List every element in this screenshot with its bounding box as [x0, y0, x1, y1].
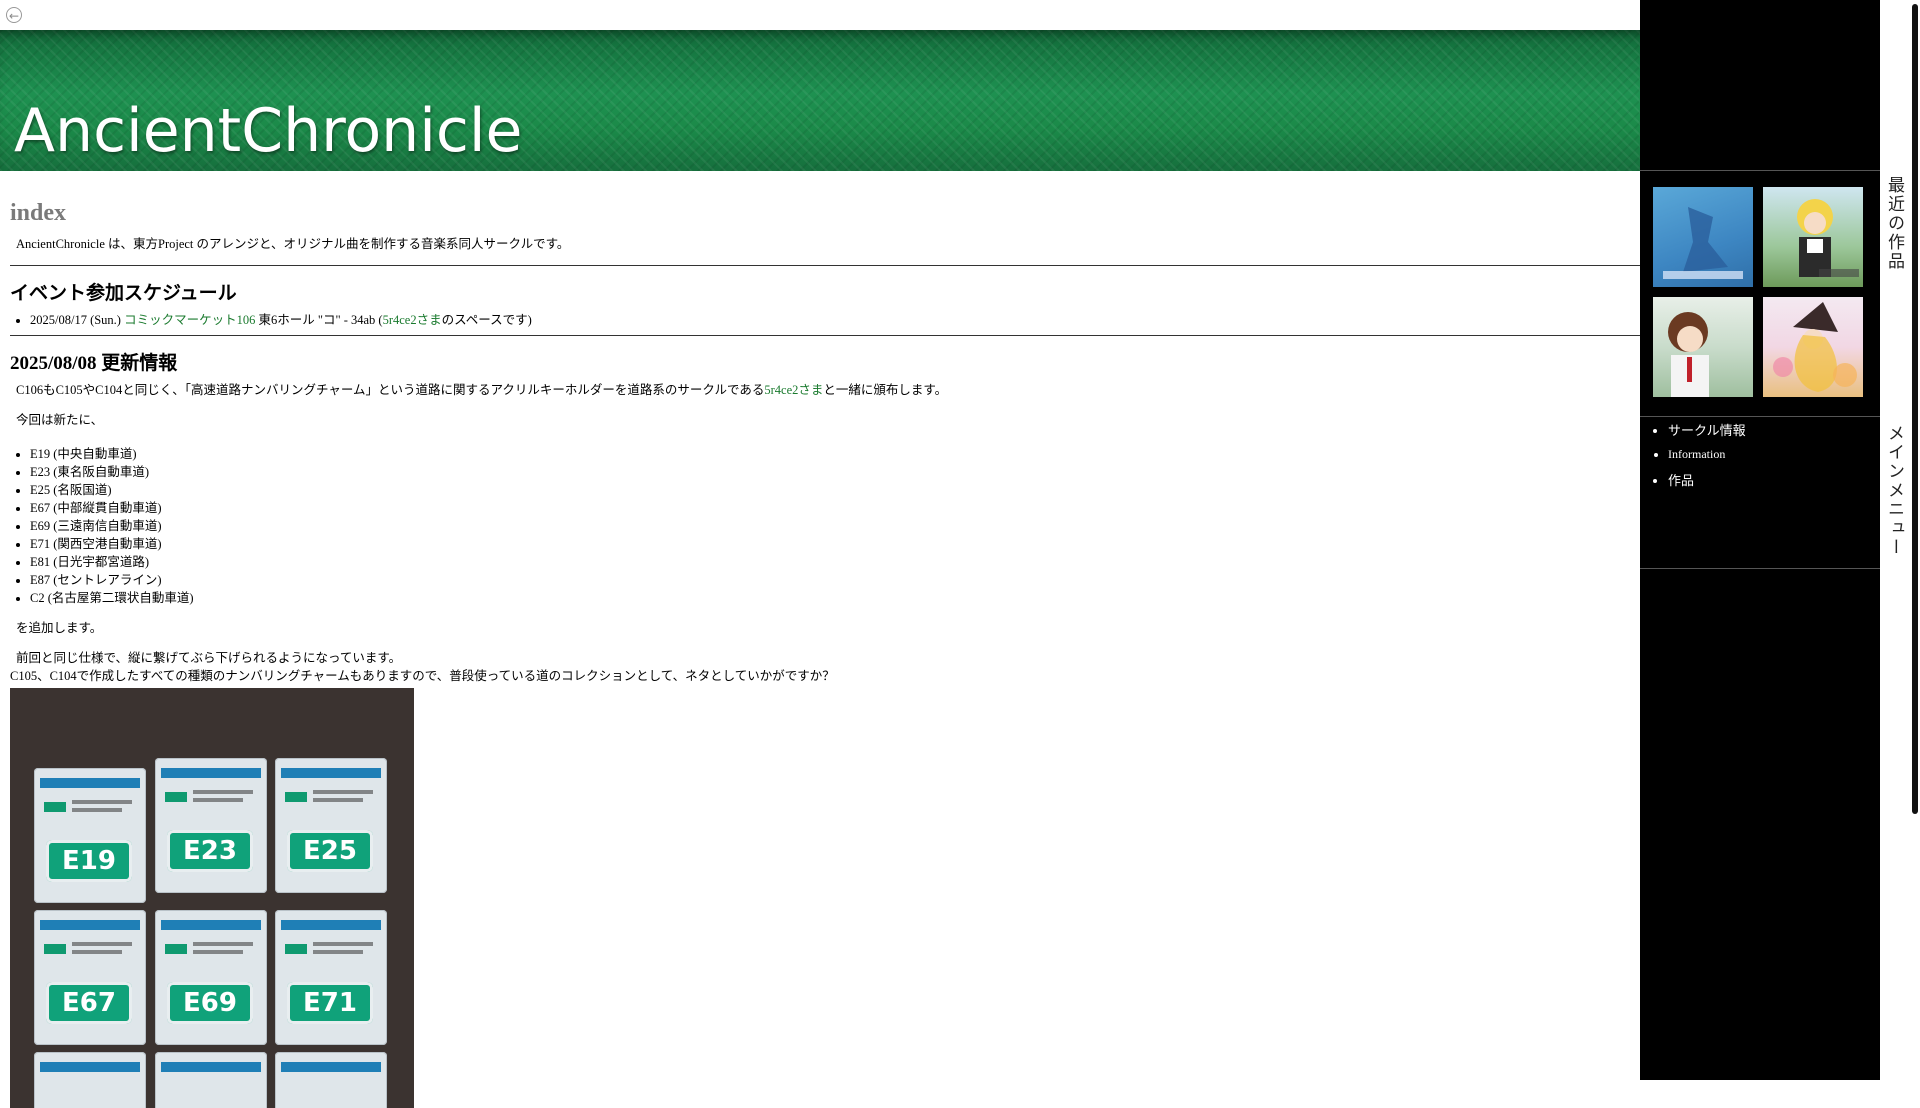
- list-item: C2 (名古屋第二環状自動車道): [30, 589, 1640, 607]
- album-thumbnail[interactable]: [1763, 187, 1863, 287]
- charm-tag: E25: [287, 830, 373, 872]
- menu-item-circle-info[interactable]: サークル情報: [1668, 420, 1746, 439]
- charm-tag: E69: [167, 982, 253, 1024]
- event-location: 東6ホール "コ" - 34ab (: [258, 313, 383, 327]
- album-thumbnail[interactable]: [1653, 297, 1753, 397]
- tab-main-menu[interactable]: メインメニュー: [1882, 424, 1907, 557]
- charm-package: E19: [34, 768, 146, 903]
- charm-tag: E71: [287, 982, 373, 1024]
- charm-tag: E23: [167, 830, 253, 872]
- list-item: E25 (名阪国道): [30, 481, 1640, 499]
- update-paragraph: 前回と同じ仕様で、縦に繋げてぶら下げられるようになっています。: [16, 651, 402, 665]
- charm-tag: E67: [46, 982, 132, 1024]
- menu-item-works[interactable]: 作品: [1668, 470, 1746, 489]
- charm-package: E67: [34, 910, 146, 1045]
- update-paragraph: 今回は新たに、: [16, 413, 104, 427]
- top-bar: ←: [0, 0, 1640, 30]
- album-thumbnail[interactable]: [1763, 297, 1863, 397]
- charm-package: E25: [275, 758, 387, 893]
- update-paragraph: C105、C104で作成したすべての種類のナンバリングチャームもありますので、普…: [10, 669, 835, 683]
- list-item: E67 (中部縦貫自動車道): [30, 499, 1640, 517]
- event-date: 2025/08/17 (Sun.): [30, 313, 121, 327]
- main-menu: サークル情報 Information 作品: [1650, 420, 1746, 497]
- update-heading: 2025/08/08 更新情報: [10, 353, 178, 374]
- road-list: E19 (中央自動車道) E23 (東名阪自動車道) E25 (名阪国道) E6…: [10, 445, 1640, 607]
- sidebar-divider: [1640, 170, 1880, 171]
- charm-package: E71: [275, 910, 387, 1045]
- list-item: 2025/08/17 (Sun.) コミックマーケット106 東6ホール "コ"…: [30, 311, 1640, 329]
- list-item: E87 (セントレアライン): [30, 571, 1640, 589]
- event-suffix: のスペースです): [441, 313, 532, 327]
- update-text: と一緒に頒布します。: [823, 383, 948, 397]
- list-item: E23 (東名阪自動車道): [30, 463, 1640, 481]
- comiket-link[interactable]: コミックマーケット106: [124, 313, 255, 327]
- section-divider: [10, 265, 1640, 266]
- back-arrow-icon[interactable]: ←: [6, 7, 22, 23]
- section-divider: [10, 335, 1640, 336]
- event-list: 2025/08/17 (Sun.) コミックマーケット106 東6ホール "コ"…: [10, 311, 1640, 329]
- charm-package: [155, 1052, 267, 1108]
- circle-link[interactable]: 5r4ce2さま: [764, 383, 823, 397]
- site-title[interactable]: AncientChronicle: [14, 96, 522, 166]
- sidebar-divider: [1640, 568, 1880, 569]
- site-banner: AncientChronicle: [0, 30, 1910, 171]
- menu-item-information[interactable]: Information: [1668, 447, 1746, 462]
- update-text: C106もC105やC104と同じく、「高速道路ナンバリングチャーム」という道路…: [16, 383, 765, 397]
- album-thumbnail[interactable]: [1653, 187, 1753, 287]
- list-item: E19 (中央自動車道): [30, 445, 1640, 463]
- list-item: E71 (関西空港自動車道): [30, 535, 1640, 553]
- charm-package: [34, 1052, 146, 1108]
- events-heading: イベント参加スケジュール: [10, 283, 237, 304]
- main-content: index AncientChronicle は、東方Project のアレンジ…: [10, 190, 1640, 1108]
- charm-product-photo[interactable]: E19 E23 E25 E67 E69 E71: [10, 688, 414, 1108]
- charm-package: E69: [155, 910, 267, 1045]
- sidebar-divider: [1640, 416, 1880, 417]
- intro-text: AncientChronicle は、東方Project のアレンジと、オリジナ…: [16, 237, 570, 251]
- scrollbar-thumb[interactable]: [1912, 4, 1918, 814]
- sidebar-panel: [1640, 0, 1880, 1080]
- update-paragraph: C106もC105やC104と同じく、「高速道路ナンバリングチャーム」という道路…: [16, 381, 1640, 399]
- circle-link[interactable]: 5r4ce2さま: [383, 313, 442, 327]
- charm-tag: E19: [46, 840, 132, 882]
- list-item: E69 (三遠南信自動車道): [30, 517, 1640, 535]
- charm-package: [275, 1052, 387, 1108]
- update-paragraph: を追加します。: [16, 621, 103, 635]
- page-title: index: [10, 200, 67, 226]
- tab-recent-works[interactable]: 最近の作品: [1882, 176, 1907, 271]
- charm-package: E23: [155, 758, 267, 893]
- list-item: E81 (日光宇都宮道路): [30, 553, 1640, 571]
